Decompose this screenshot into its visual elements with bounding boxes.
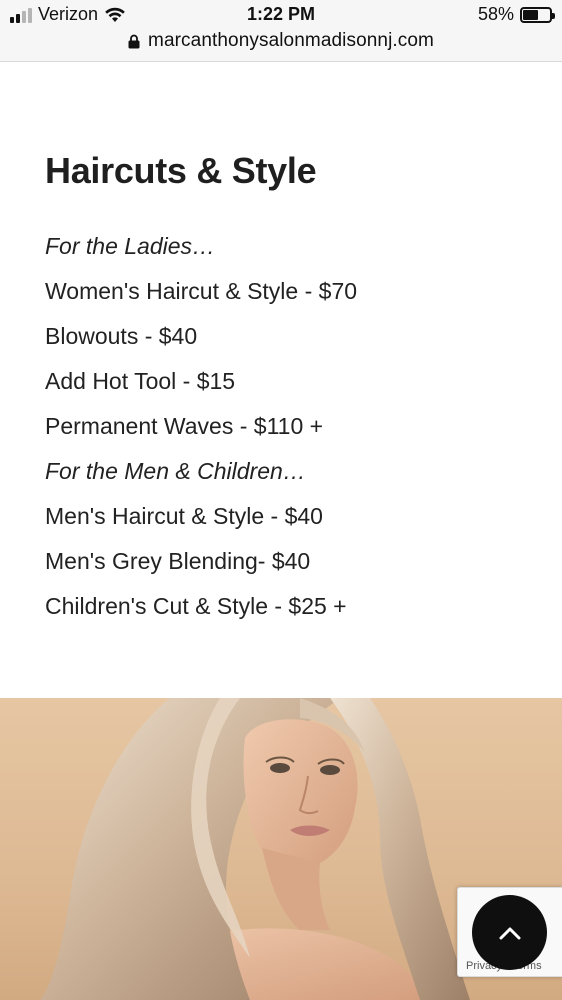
address-bar[interactable]: marcanthonysalonmadisonnj.com bbox=[0, 28, 562, 54]
price-item: Add Hot Tool - $15 bbox=[45, 368, 236, 394]
battery-fill bbox=[523, 9, 539, 20]
battery-percent: 58% bbox=[477, 4, 514, 24]
price-item: Children's Cut & Style - $25 + bbox=[45, 593, 347, 619]
chevron-up-icon bbox=[499, 927, 520, 939]
price-list: For the Ladies… Women's Haircut & Style … bbox=[45, 224, 525, 629]
page-title: Haircuts & Style bbox=[45, 150, 317, 191]
price-item: Men's Grey Blending- $40 bbox=[45, 548, 311, 574]
price-item: Men's Haircut & Style - $40 bbox=[45, 503, 323, 529]
battery-icon bbox=[520, 6, 555, 23]
pricing-section: Haircuts & Style For the Ladies… Women's… bbox=[45, 150, 525, 629]
lock-icon bbox=[128, 34, 140, 48]
price-item: Women's Haircut & Style - $70 bbox=[45, 278, 358, 304]
scroll-to-top-button[interactable] bbox=[472, 895, 547, 970]
battery-group: 58% bbox=[477, 4, 555, 25]
browser-chrome: Verizon 1:22 PM 58% marcanthonysalonmadi… bbox=[0, 0, 562, 62]
price-item: Blowouts - $40 bbox=[45, 323, 198, 349]
price-item: Permanent Waves - $110 + bbox=[45, 413, 324, 439]
section-heading-men-children: For the Men & Children… bbox=[45, 458, 306, 484]
url-text[interactable]: marcanthonysalonmadisonnj.com bbox=[148, 30, 434, 52]
section-heading-ladies: For the Ladies… bbox=[45, 233, 216, 259]
status-bar: Verizon 1:22 PM 58% bbox=[0, 0, 562, 30]
